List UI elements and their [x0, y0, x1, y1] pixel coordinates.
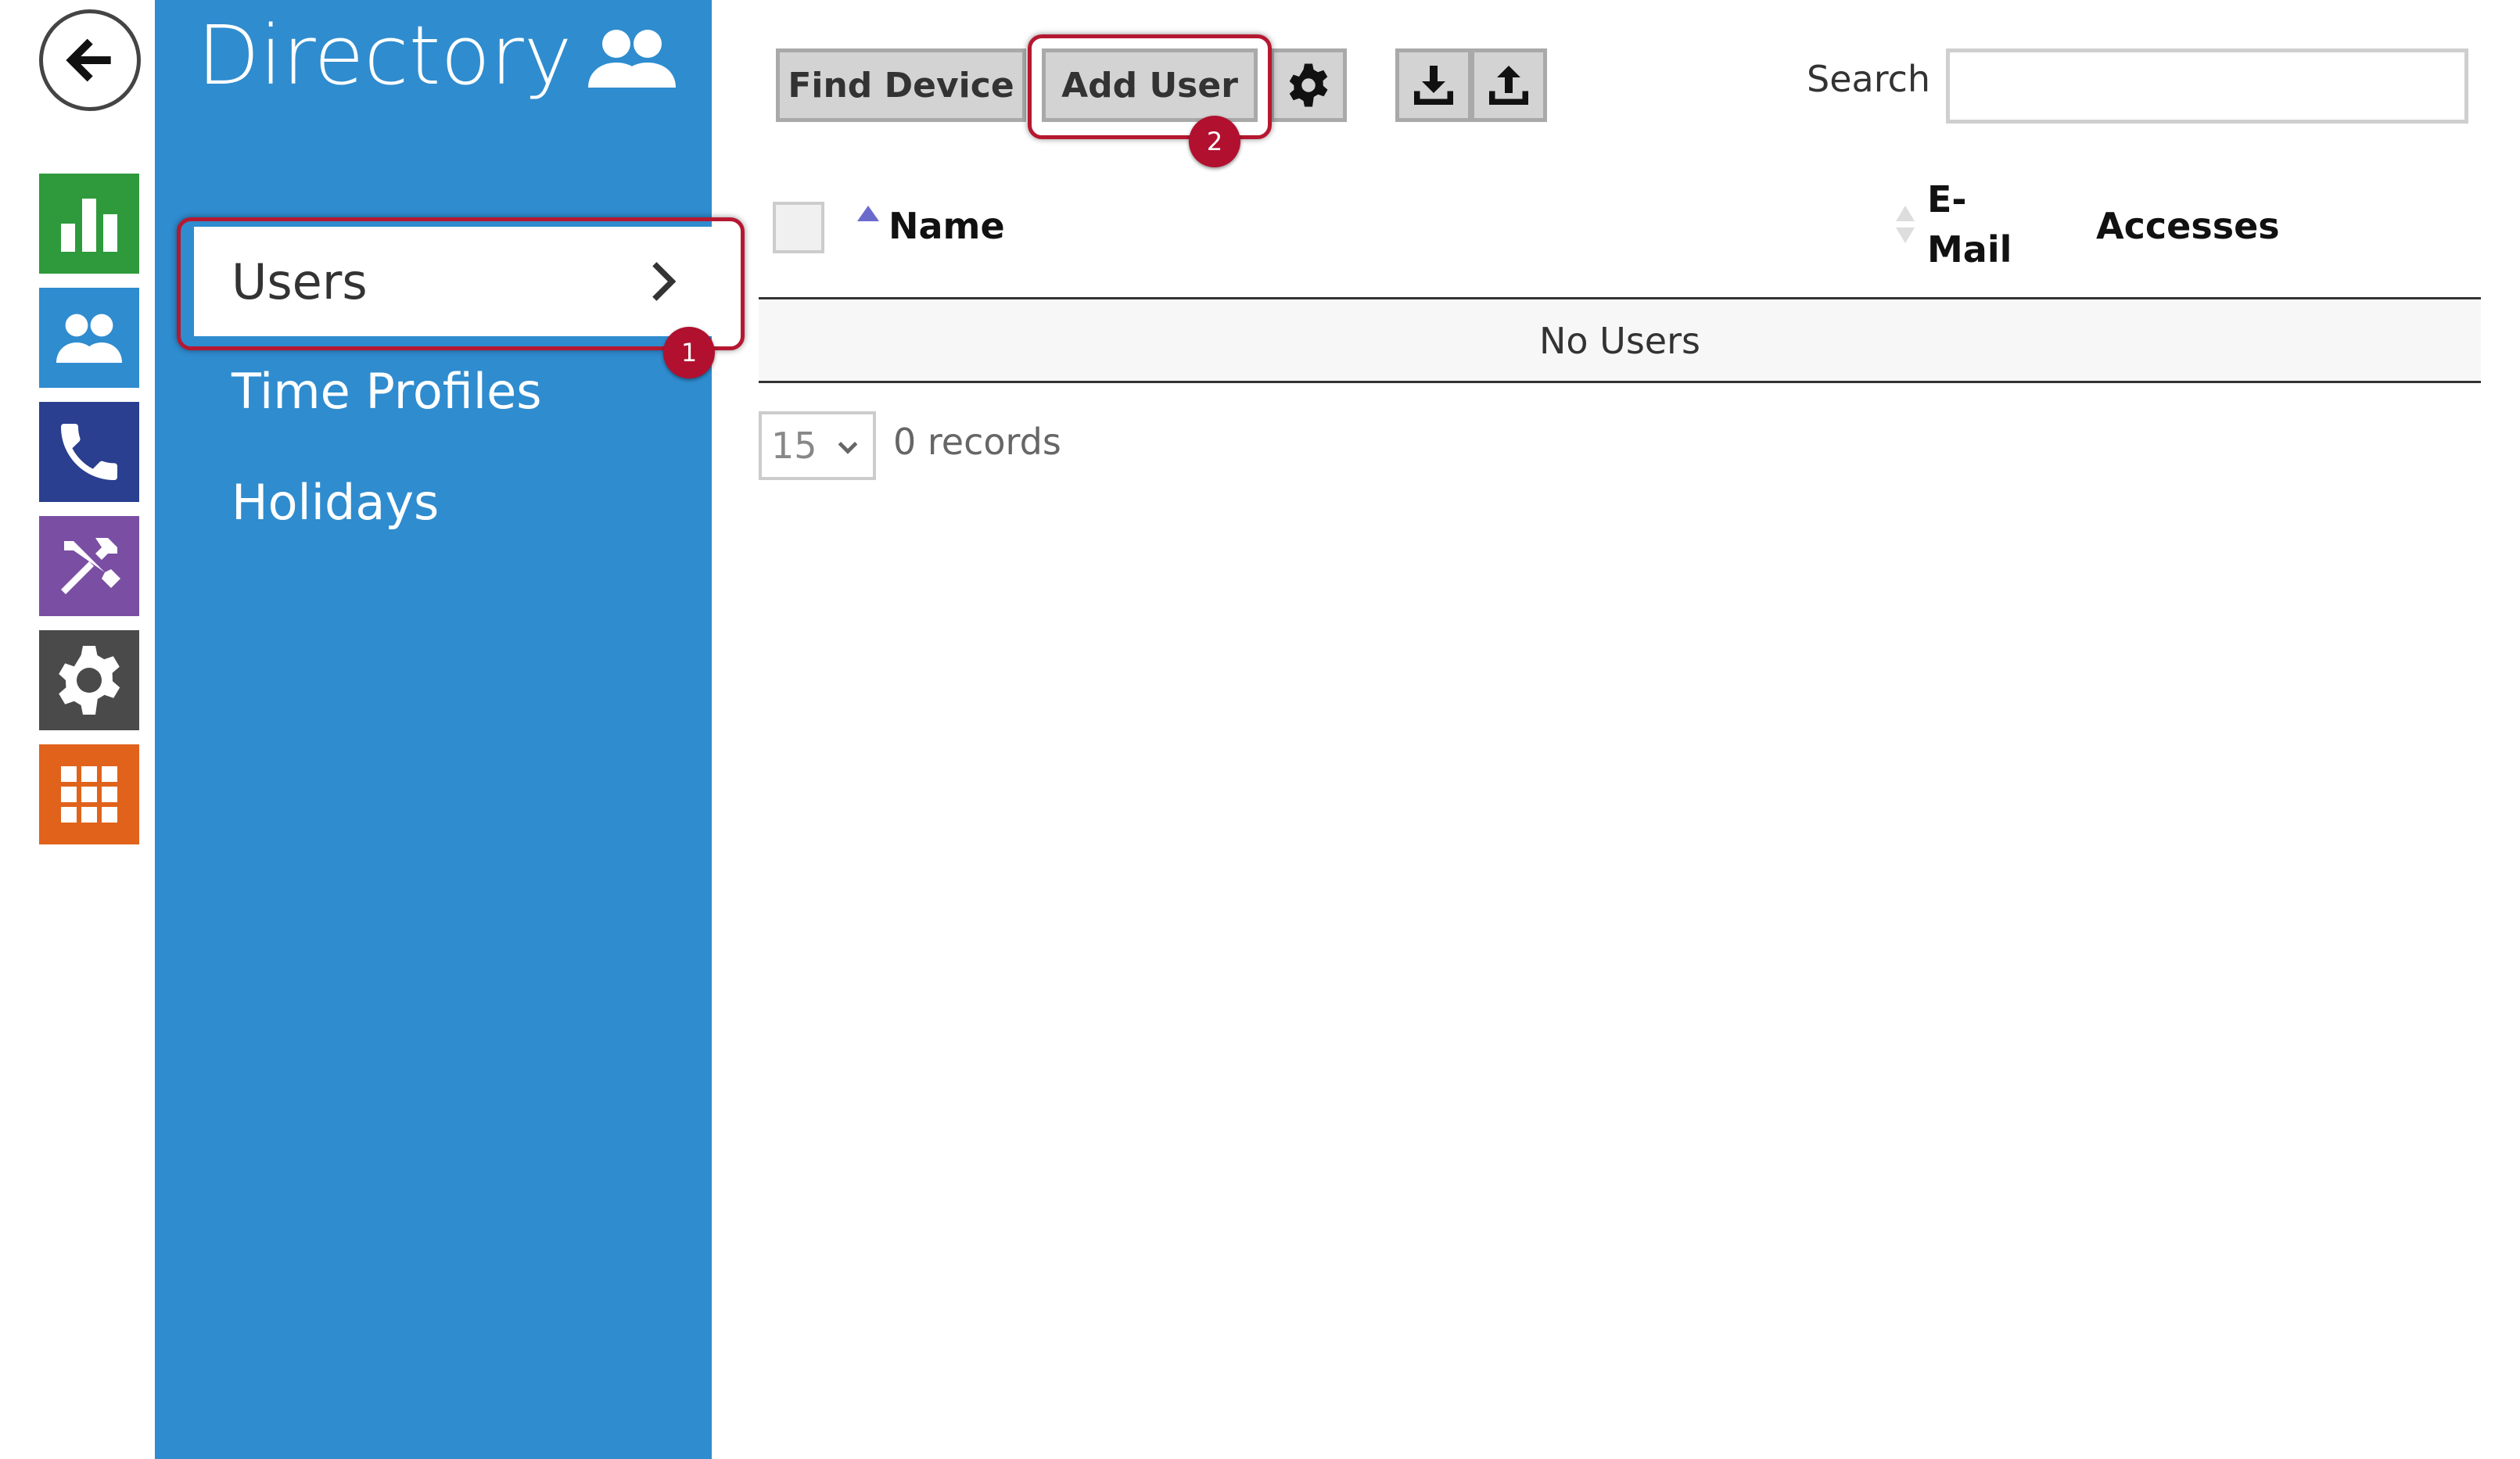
sort-icon [1896, 206, 1915, 243]
rail-services[interactable] [39, 744, 139, 844]
records-count: 0 records [893, 421, 1061, 463]
page-size-value: 15 [771, 425, 817, 467]
tools-icon [61, 538, 120, 594]
arrow-left-icon [66, 38, 111, 82]
search-label: Search [1807, 58, 1931, 100]
column-header-email-line1[interactable]: E- [1927, 178, 1967, 220]
rail-calls[interactable] [39, 402, 139, 502]
rail-status[interactable] [39, 174, 139, 274]
table-empty-row: No Users [759, 300, 2481, 383]
users-icon [56, 314, 122, 363]
page-size-select[interactable]: 15 [759, 411, 876, 480]
gear-icon [59, 646, 120, 715]
table-header-divider [759, 297, 2481, 299]
page-title: Directory [197, 8, 573, 103]
sidebar-item-label: Time Profiles [232, 363, 542, 420]
callout-highlight-add-user [1028, 34, 1272, 139]
rail-hardware[interactable] [39, 516, 139, 616]
back-button[interactable] [39, 9, 141, 111]
empty-message: No Users [1539, 319, 1700, 362]
sidebar-item-time-profiles[interactable]: Time Profiles [232, 363, 542, 420]
apps-grid-icon [61, 766, 117, 823]
callout-badge-1: 1 [663, 327, 715, 378]
rail-directory[interactable] [39, 288, 139, 388]
users-icon [588, 30, 676, 88]
download-button[interactable] [1395, 48, 1472, 122]
rail-system[interactable] [39, 630, 139, 730]
upload-icon [1489, 66, 1528, 105]
table-settings-button[interactable] [1270, 48, 1347, 122]
sort-ascending-icon [857, 206, 879, 221]
sidebar-item-holidays[interactable]: Holidays [232, 474, 439, 531]
upload-button[interactable] [1470, 48, 1547, 122]
bar-chart-icon [61, 199, 117, 252]
phone-icon [61, 424, 117, 480]
select-all-checkbox[interactable] [773, 202, 824, 253]
callout-badge-2: 2 [1189, 116, 1240, 167]
sidebar-item-label: Holidays [232, 474, 440, 531]
column-header-email-line2[interactable]: Mail [1927, 228, 2012, 271]
find-device-button[interactable]: Find Device [776, 48, 1026, 122]
callout-highlight-users [177, 217, 745, 350]
search-input[interactable] [1946, 48, 2468, 124]
gear-icon [1289, 63, 1328, 107]
column-header-accesses[interactable]: Accesses [2096, 205, 2280, 247]
download-icon [1414, 66, 1453, 105]
chevron-down-icon [838, 441, 858, 454]
column-header-name[interactable]: Name [888, 205, 1005, 247]
